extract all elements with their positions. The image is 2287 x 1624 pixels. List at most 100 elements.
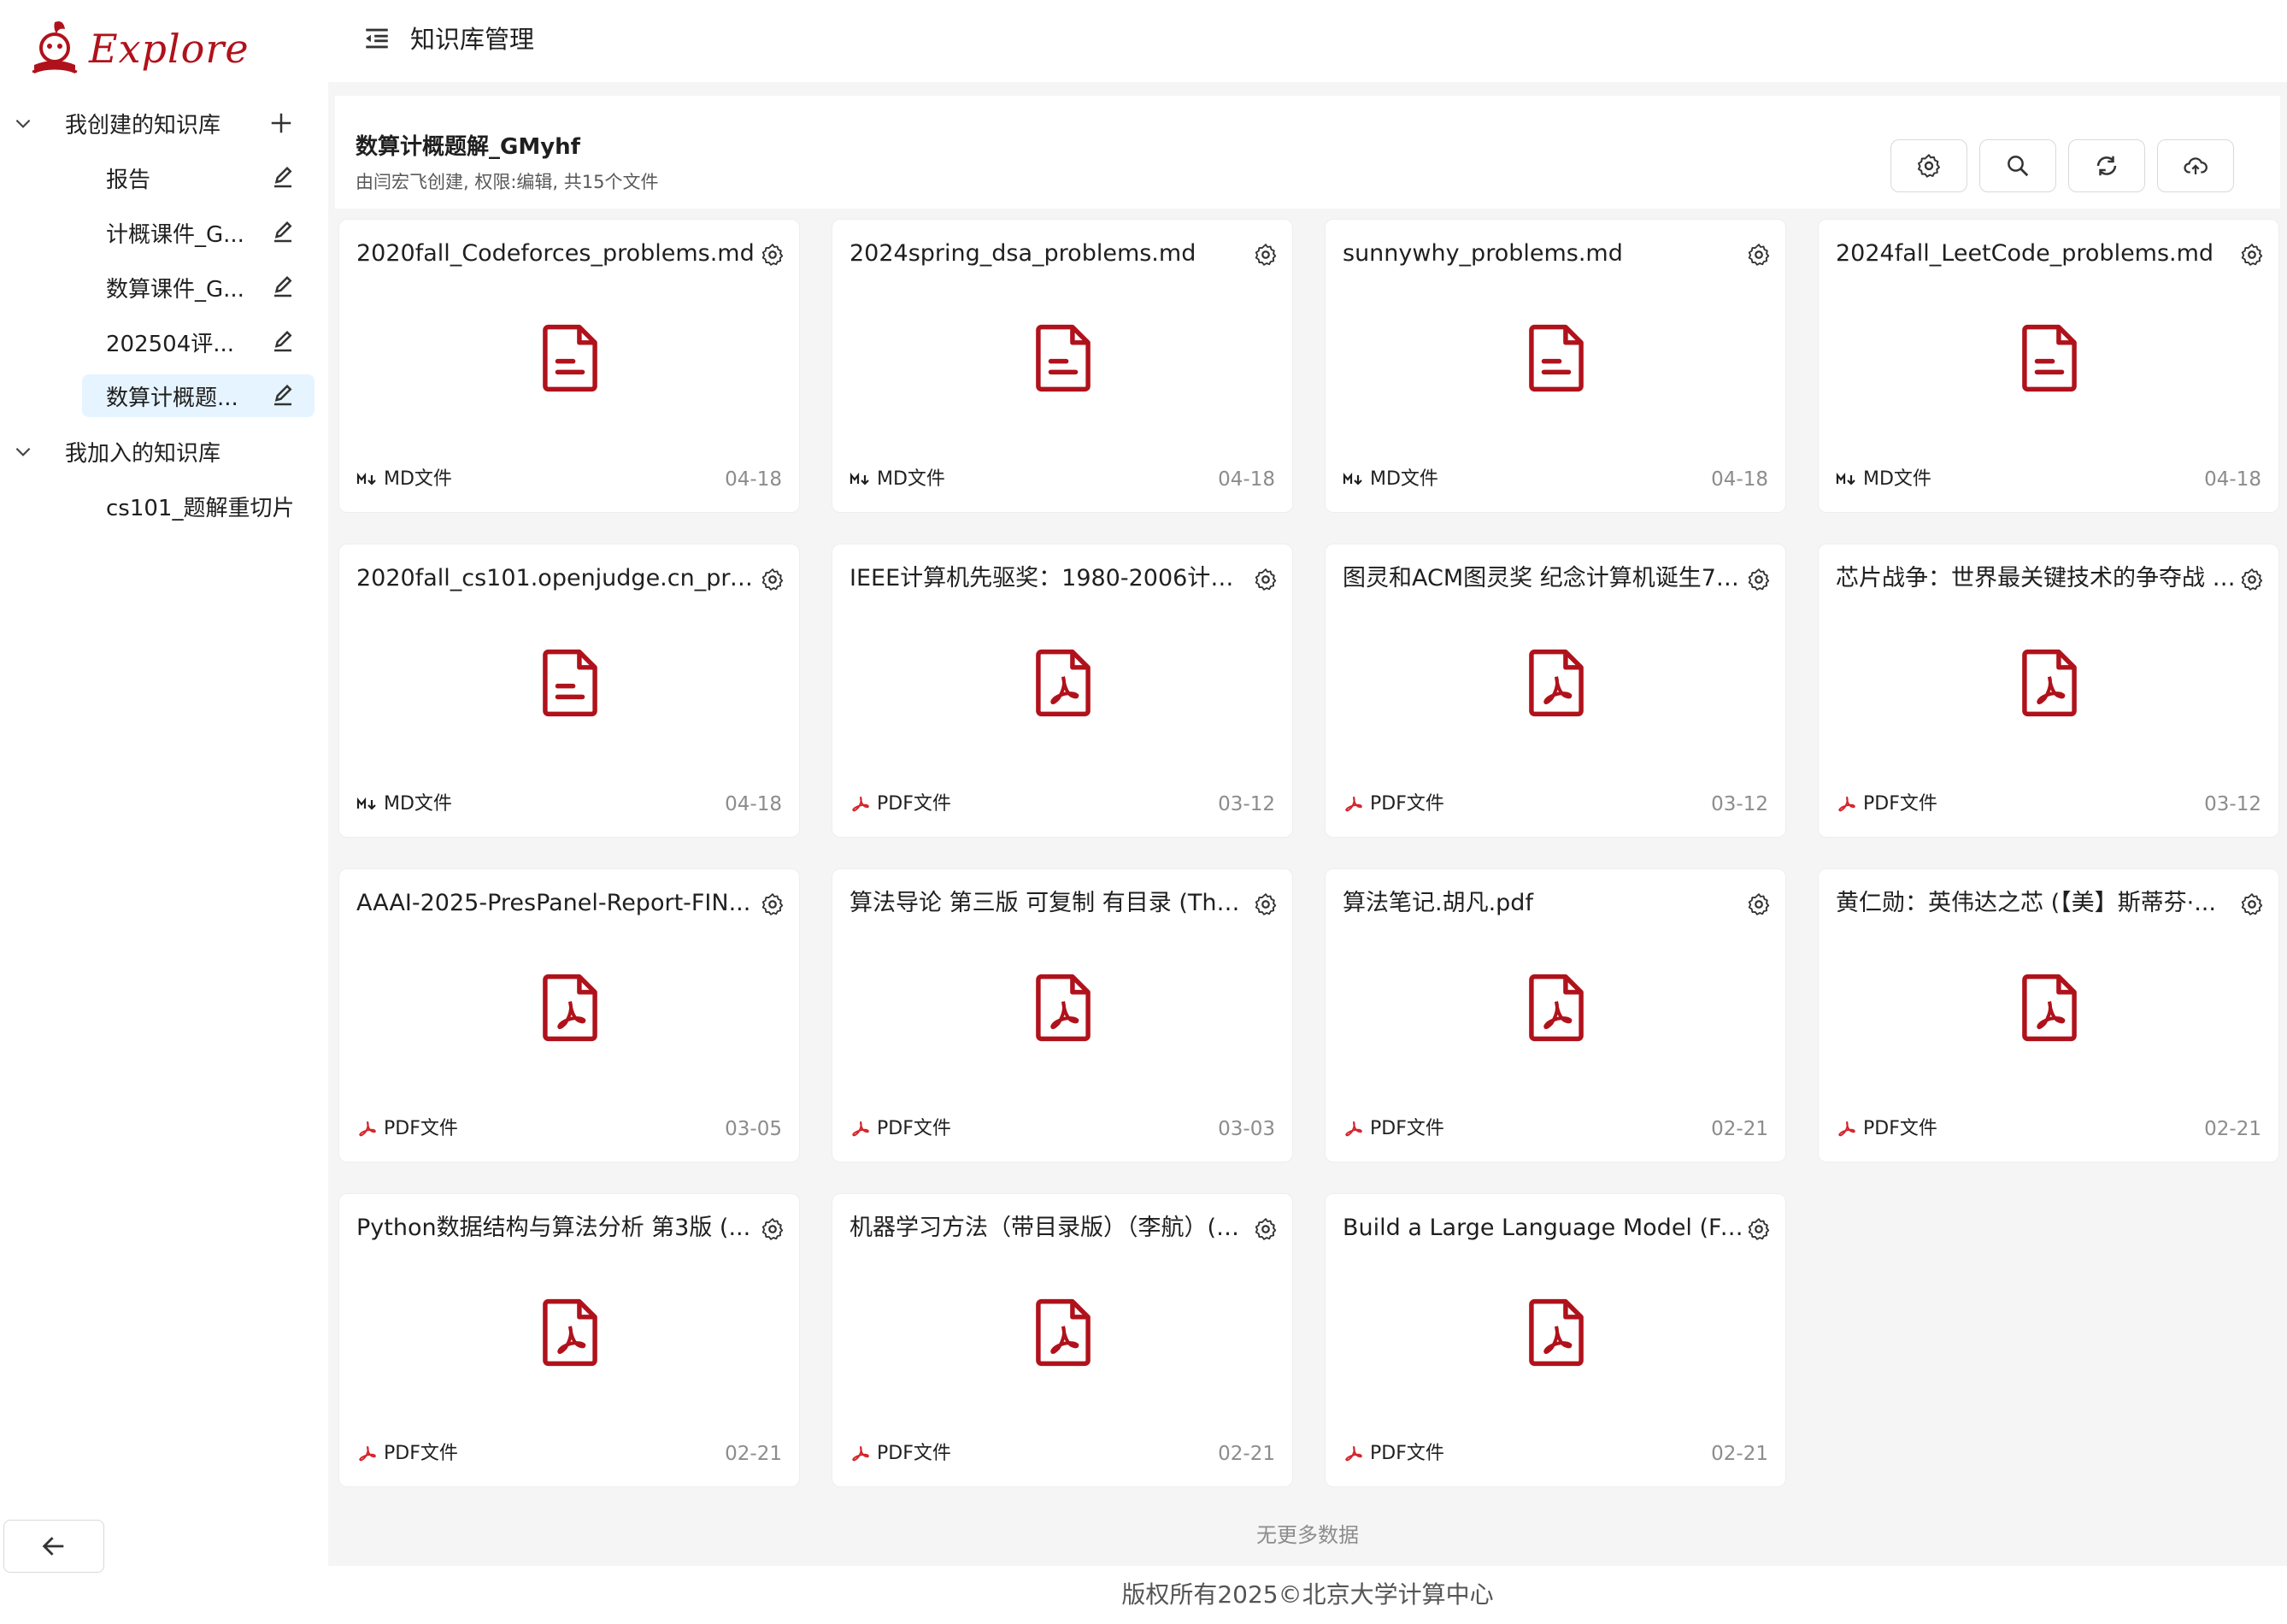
sidebar-item-shusuan-courseware[interactable]: 数算课件_G... <box>0 264 328 310</box>
gear-icon[interactable] <box>2239 567 2265 592</box>
gear-icon[interactable] <box>2239 891 2265 917</box>
file-date: 02-21 <box>1218 1443 1275 1465</box>
edit-icon[interactable] <box>270 274 296 300</box>
gear-icon[interactable] <box>760 891 785 917</box>
tree-section-created[interactable]: 我创建的知识库 <box>0 100 328 146</box>
file-date: 02-21 <box>1711 1443 1768 1465</box>
file-card[interactable]: 芯片战争：世界最关键技术的争夺战 (... PDF文件 03-12 <box>1818 544 2279 838</box>
file-type-label: PDF文件 <box>877 793 951 815</box>
collapse-back-button[interactable] <box>3 1520 104 1573</box>
file-pdf-icon <box>1031 1298 1096 1367</box>
file-date: 04-18 <box>725 793 782 815</box>
file-card[interactable]: sunnywhy_problems.md MD文件 04-18 <box>1325 219 1786 513</box>
file-card[interactable]: 图灵和ACM图灵奖 纪念计算机诞生70... PDF文件 03-12 <box>1325 544 1786 838</box>
gear-icon[interactable] <box>1746 1216 1772 1242</box>
gear-icon[interactable] <box>1253 891 1279 917</box>
pdf-small-icon <box>1836 796 1858 813</box>
sidebar-item-label: 计概课件_G... <box>106 221 244 248</box>
file-date: 04-18 <box>1711 468 1768 491</box>
sidebar-item-shusuan-jigai-tijie[interactable]: 数算计概题... <box>0 373 328 419</box>
file-name[interactable]: Python数据结构与算法分析 第3版 (... <box>356 1213 758 1244</box>
markdown-icon <box>1836 471 1858 488</box>
pdf-small-icon <box>1343 1445 1365 1462</box>
file-type: PDF文件 <box>356 1442 458 1466</box>
file-name[interactable]: 2024fall_LeetCode_problems.md <box>1836 238 2237 269</box>
file-type-label: MD文件 <box>1370 468 1438 490</box>
gear-icon[interactable] <box>1253 567 1279 592</box>
gear-icon[interactable] <box>1253 1216 1279 1242</box>
tree-section-joined[interactable]: 我加入的知识库 <box>0 428 328 474</box>
sidebar-item-report[interactable]: 报告 <box>0 155 328 201</box>
gear-icon[interactable] <box>2239 242 2265 268</box>
file-card[interactable]: 算法导论 第三版 可复制 有目录 (Thm... PDF文件 03-03 <box>832 868 1293 1162</box>
file-card[interactable]: Python数据结构与算法分析 第3版 (... PDF文件 02-21 <box>338 1193 800 1487</box>
logo[interactable]: Explore <box>29 19 260 79</box>
file-date: 03-05 <box>725 1118 782 1140</box>
file-name[interactable]: 2024spring_dsa_problems.md <box>850 238 1251 269</box>
file-type: PDF文件 <box>850 1117 951 1141</box>
file-card[interactable]: 2024spring_dsa_problems.md MD文件 04-18 <box>832 219 1293 513</box>
file-type: PDF文件 <box>850 1442 951 1466</box>
pdf-small-icon <box>1836 1121 1858 1138</box>
chevron-down-icon <box>15 119 31 128</box>
file-card[interactable]: 算法笔记.胡凡.pdf PDF文件 02-21 <box>1325 868 1786 1162</box>
file-name[interactable]: 黄仁勋：英伟达之芯 (【美】斯蒂芬·... <box>1836 888 2237 919</box>
file-date: 04-18 <box>725 468 782 491</box>
main-content: 数算计概题解_GMyhf 由闫宏飞创建, 权限:编辑, 共15个文件 2020f… <box>328 82 2287 1566</box>
file-card[interactable]: AAAI-2025-PresPanel-Report-FIN... PDF文件 03… <box>338 868 800 1162</box>
file-text-icon <box>1524 324 1589 392</box>
file-card[interactable]: Build a Large Language Model (Fro... PDF文… <box>1325 1193 1786 1487</box>
sidebar-item-label: 202504评... <box>106 331 235 357</box>
file-pdf-icon <box>1031 649 1096 717</box>
file-card[interactable]: 2024fall_LeetCode_problems.md MD文件 04-18 <box>1818 219 2279 513</box>
menu-fold-icon[interactable] <box>362 24 391 53</box>
file-name[interactable]: 图灵和ACM图灵奖 纪念计算机诞生70... <box>1343 563 1744 594</box>
file-card[interactable]: 2020fall_Codeforces_problems.md MD文件 04-18 <box>338 219 800 513</box>
edit-icon[interactable] <box>270 329 296 355</box>
file-name[interactable]: 算法笔记.胡凡.pdf <box>1343 888 1744 919</box>
gear-icon[interactable] <box>1746 242 1772 268</box>
file-name[interactable]: 机器学习方法（带目录版）（李航）(Z... <box>850 1213 1251 1244</box>
file-pdf-icon <box>2017 649 2082 717</box>
file-date: 02-21 <box>2204 1118 2261 1140</box>
file-card[interactable]: IEEE计算机先驱奖：1980-2006计算... PDF文件 03-12 <box>832 544 1293 838</box>
pdf-small-icon <box>850 1445 872 1462</box>
file-type: MD文件 <box>356 468 452 491</box>
markdown-icon <box>1343 471 1365 488</box>
file-pdf-icon <box>1524 1298 1589 1367</box>
sidebar-item-jigai-courseware[interactable]: 计概课件_G... <box>0 209 328 256</box>
file-card[interactable]: 机器学习方法（带目录版）（李航）(Z... PDF文件 02-21 <box>832 1193 1293 1487</box>
edit-icon[interactable] <box>270 220 296 245</box>
file-name[interactable]: 2020fall_Codeforces_problems.md <box>356 238 758 269</box>
gear-icon[interactable] <box>1253 242 1279 268</box>
file-pdf-icon <box>538 974 603 1042</box>
plus-icon[interactable] <box>268 110 294 136</box>
top-bar: 知识库管理 <box>328 0 2287 82</box>
list-end-text: 无更多数据 <box>1256 1523 1359 1547</box>
file-type-label: PDF文件 <box>1370 1118 1444 1139</box>
sidebar-item-202504[interactable]: 202504评... <box>0 319 328 365</box>
file-card[interactable]: 黄仁勋：英伟达之芯 (【美】斯蒂芬·... PDF文件 02-21 <box>1818 868 2279 1162</box>
file-type-label: PDF文件 <box>1863 1118 1937 1139</box>
gear-icon[interactable] <box>1746 891 1772 917</box>
file-name[interactable]: AAAI-2025-PresPanel-Report-FIN... <box>356 888 758 919</box>
file-name[interactable]: sunnywhy_problems.md <box>1343 238 1744 269</box>
file-name[interactable]: 芯片战争：世界最关键技术的争夺战 (... <box>1836 563 2237 594</box>
pdf-small-icon <box>1343 796 1365 813</box>
file-name[interactable]: 算法导论 第三版 可复制 有目录 (Thm... <box>850 888 1251 919</box>
file-name[interactable]: IEEE计算机先驱奖：1980-2006计算... <box>850 563 1251 594</box>
file-type: MD文件 <box>1343 468 1438 491</box>
gear-icon[interactable] <box>760 567 785 592</box>
edit-icon[interactable] <box>270 383 296 409</box>
gear-icon[interactable] <box>1746 567 1772 592</box>
tree-section-label: 我创建的知识库 <box>65 112 221 138</box>
file-card[interactable]: 2020fall_cs101.openjudge.cn_pro... MD文件 04… <box>338 544 800 838</box>
file-name[interactable]: 2020fall_cs101.openjudge.cn_pro... <box>356 563 758 594</box>
file-name[interactable]: Build a Large Language Model (Fro... <box>1343 1213 1744 1244</box>
sidebar-item-cs101[interactable]: cs101_题解重切片 <box>0 483 328 529</box>
file-type-label: PDF文件 <box>384 1443 458 1464</box>
markdown-icon <box>356 471 379 488</box>
gear-icon[interactable] <box>760 1216 785 1242</box>
edit-icon[interactable] <box>270 165 296 191</box>
gear-icon[interactable] <box>760 242 785 268</box>
